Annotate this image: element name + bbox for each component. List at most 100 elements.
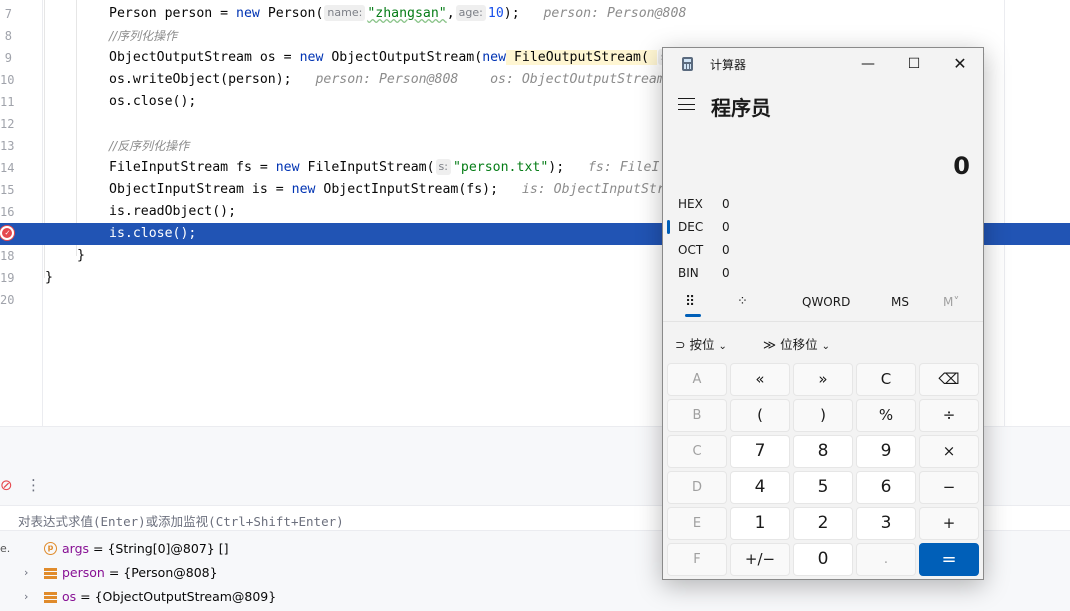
add-key[interactable]: + [919, 507, 979, 540]
chevron-down-icon: ⌄ [821, 341, 830, 352]
radix-name: HEX [678, 197, 703, 211]
digit-2-key[interactable]: 2 [793, 507, 853, 540]
code-text: FileInputStream fs = new FileInputStream… [109, 157, 659, 179]
more-options-icon[interactable]: ⋮ [26, 476, 41, 494]
code-text: os.writeObject(person); person: Person@8… [109, 69, 665, 91]
close-button[interactable]: ✕ [937, 48, 983, 80]
digit-1-key[interactable]: 1 [730, 507, 790, 540]
hex-a-key[interactable]: A [667, 363, 727, 396]
radix-dec-row[interactable]: DEC 0 [663, 216, 983, 238]
hex-b-key[interactable]: B [667, 399, 727, 432]
full-keypad-icon[interactable]: ⠿ [685, 288, 695, 316]
code-token: //反序列化操作 [109, 139, 190, 153]
code-line[interactable]: 8 //序列化操作 [0, 25, 1070, 47]
radix-hex-row[interactable]: HEX 0 [663, 193, 983, 215]
code-token: } [77, 248, 85, 263]
code-text: os.close(); [109, 91, 196, 113]
inline-value: is: ObjectInputStr [521, 182, 665, 197]
backspace-key[interactable]: ⌫ [919, 363, 979, 396]
maximize-button[interactable]: ☐ [891, 48, 937, 80]
modulo-key[interactable]: % [856, 399, 916, 432]
code-token: new [236, 6, 260, 21]
code-token: 10 [487, 6, 504, 21]
code-token: ObjectOutputStream os = [109, 50, 300, 65]
code-token: is.readObject(); [109, 204, 237, 219]
code-text: Person person = new Person(name: "zhangsa… [109, 3, 686, 25]
digit-0-key[interactable]: 0 [793, 543, 853, 576]
variable-value: = {ObjectOutputStream@809} [76, 589, 277, 604]
digit-8-key[interactable]: 8 [793, 435, 853, 468]
bit-toggle-keypad-icon[interactable]: ⁘ [737, 288, 748, 316]
calculator-mode-tabs: ⠿ ⁘ QWORD MS M˅ [663, 288, 983, 318]
radix-name: BIN [678, 266, 699, 280]
expand-arrow-icon[interactable]: › [24, 585, 28, 609]
variable-name: person [62, 565, 105, 580]
breakpoint-icon[interactable]: ✓ [0, 226, 14, 240]
memory-store-button[interactable]: MS [891, 288, 909, 316]
variable-text: person = {Person@808} [62, 561, 218, 585]
word-size-button[interactable]: QWORD [802, 288, 850, 316]
calculator-titlebar[interactable]: 计算器 — ☐ ✕ [663, 48, 983, 80]
line-number[interactable]: 7 [0, 3, 12, 25]
variable-text: os = {ObjectOutputStream@809} [62, 585, 276, 609]
code-token: //序列化操作 [109, 29, 178, 43]
code-text: //反序列化操作 [109, 135, 189, 158]
hex-d-key[interactable]: D [667, 471, 727, 504]
variable-row[interactable]: › os = {ObjectOutputStream@809} [0, 585, 1070, 609]
digit-5-key[interactable]: 5 [793, 471, 853, 504]
line-number[interactable]: 14 [0, 157, 14, 179]
digit-4-key[interactable]: 4 [730, 471, 790, 504]
digit-6-key[interactable]: 6 [856, 471, 916, 504]
radix-value: 0 [722, 266, 730, 280]
bitshift-dropdown[interactable]: ≫ 位移位 ⌄ [763, 334, 830, 353]
radix-oct-row[interactable]: OCT 0 [663, 239, 983, 261]
equals-key[interactable]: = [919, 543, 979, 576]
code-line[interactable]: 7 Person person = new Person(name: "zhangs… [0, 3, 1070, 25]
result-display: 0 [953, 152, 970, 180]
decimal-key[interactable]: . [856, 543, 916, 576]
hex-e-key[interactable]: E [667, 507, 727, 540]
minimize-button[interactable]: — [845, 48, 891, 80]
radix-bin-row[interactable]: BIN 0 [663, 262, 983, 284]
hex-f-key[interactable]: F [667, 543, 727, 576]
shift-left-key[interactable]: « [730, 363, 790, 396]
close-paren-key[interactable]: ) [793, 399, 853, 432]
variable-name: os [62, 589, 77, 604]
expand-arrow-icon[interactable]: › [24, 561, 28, 585]
code-token: os.writeObject(person); [109, 72, 316, 87]
line-number[interactable]: 12 [0, 113, 14, 135]
clear-key[interactable]: C [856, 363, 916, 396]
menu-icon[interactable] [678, 98, 695, 110]
bitwise-dropdown[interactable]: ⊃ 按位 ⌄ [675, 334, 727, 353]
line-number[interactable]: 13 [0, 135, 14, 157]
open-paren-key[interactable]: ( [730, 399, 790, 432]
digit-3-key[interactable]: 3 [856, 507, 916, 540]
code-token: Person person = [109, 6, 237, 21]
multiply-key[interactable]: × [919, 435, 979, 468]
subtract-key[interactable]: − [919, 471, 979, 504]
mute-breakpoints-icon[interactable]: ⊘ [0, 476, 13, 494]
hex-c-key[interactable]: C [667, 435, 727, 468]
line-number[interactable]: 10 [0, 69, 14, 91]
line-number[interactable]: 9 [0, 47, 12, 69]
negate-key[interactable]: +/− [730, 543, 790, 576]
shift-right-key[interactable]: » [793, 363, 853, 396]
line-number[interactable]: 15 [0, 179, 14, 201]
bitshift-label: 位移位 [780, 337, 818, 352]
digit-9-key[interactable]: 9 [856, 435, 916, 468]
line-number[interactable]: 19 [0, 267, 14, 289]
parameter-hint: s: [435, 159, 451, 175]
memory-recall-button[interactable]: M˅ [943, 288, 959, 316]
bitwise-label: 按位 [689, 337, 715, 352]
divide-key[interactable]: ÷ [919, 399, 979, 432]
line-number[interactable]: 11 [0, 91, 14, 113]
line-number[interactable]: 20 [0, 289, 14, 311]
code-token: "zhangsan" [367, 6, 447, 21]
inline-value: person: Person@808 [543, 6, 687, 21]
code-token: } [45, 270, 53, 285]
digit-7-key[interactable]: 7 [730, 435, 790, 468]
line-number[interactable]: 8 [0, 25, 12, 47]
calculator-window[interactable]: 计算器 — ☐ ✕ 程序员 0 HEX 0 DEC 0 OCT 0 BIN 0 ⠿ ⁘ QWO… [662, 47, 984, 580]
line-number[interactable]: 18 [0, 245, 14, 267]
line-number[interactable]: 16 [0, 201, 14, 223]
